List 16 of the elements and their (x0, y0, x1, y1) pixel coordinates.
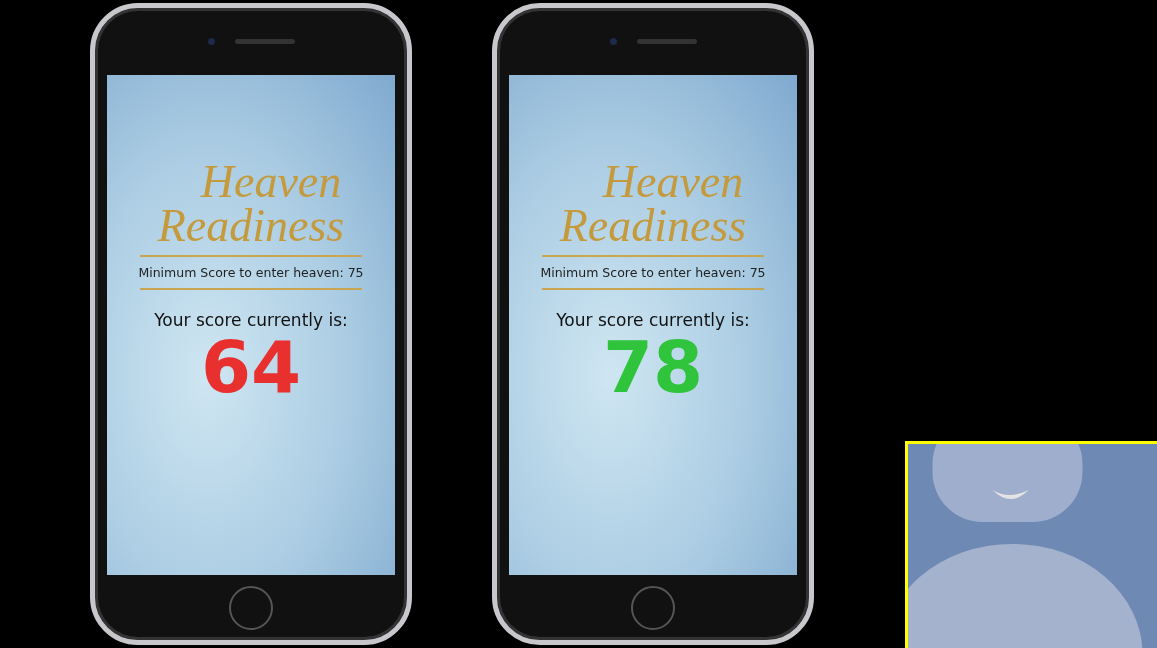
home-button[interactable] (631, 585, 675, 630)
logo-title: Heaven (199, 160, 342, 204)
speaker-grille (636, 39, 697, 44)
logo-title: Heaven (601, 160, 744, 204)
score-value: 78 (602, 330, 704, 406)
logo-title: Readiness (559, 203, 747, 248)
minimum-score-text: Minimum Score to enter heaven: 75 (138, 265, 364, 281)
camera-icon (207, 38, 215, 45)
logo-title: Readiness (157, 203, 345, 248)
home-button[interactable] (229, 585, 273, 630)
score-label: Your score currently is: (556, 310, 750, 331)
speaker-grille (234, 39, 295, 44)
score-value: 64 (200, 330, 302, 406)
minimum-score-text: Minimum Score to enter heaven: 75 (540, 265, 766, 281)
camera-icon (609, 38, 617, 45)
score-label: Your score currently is: (154, 310, 348, 331)
